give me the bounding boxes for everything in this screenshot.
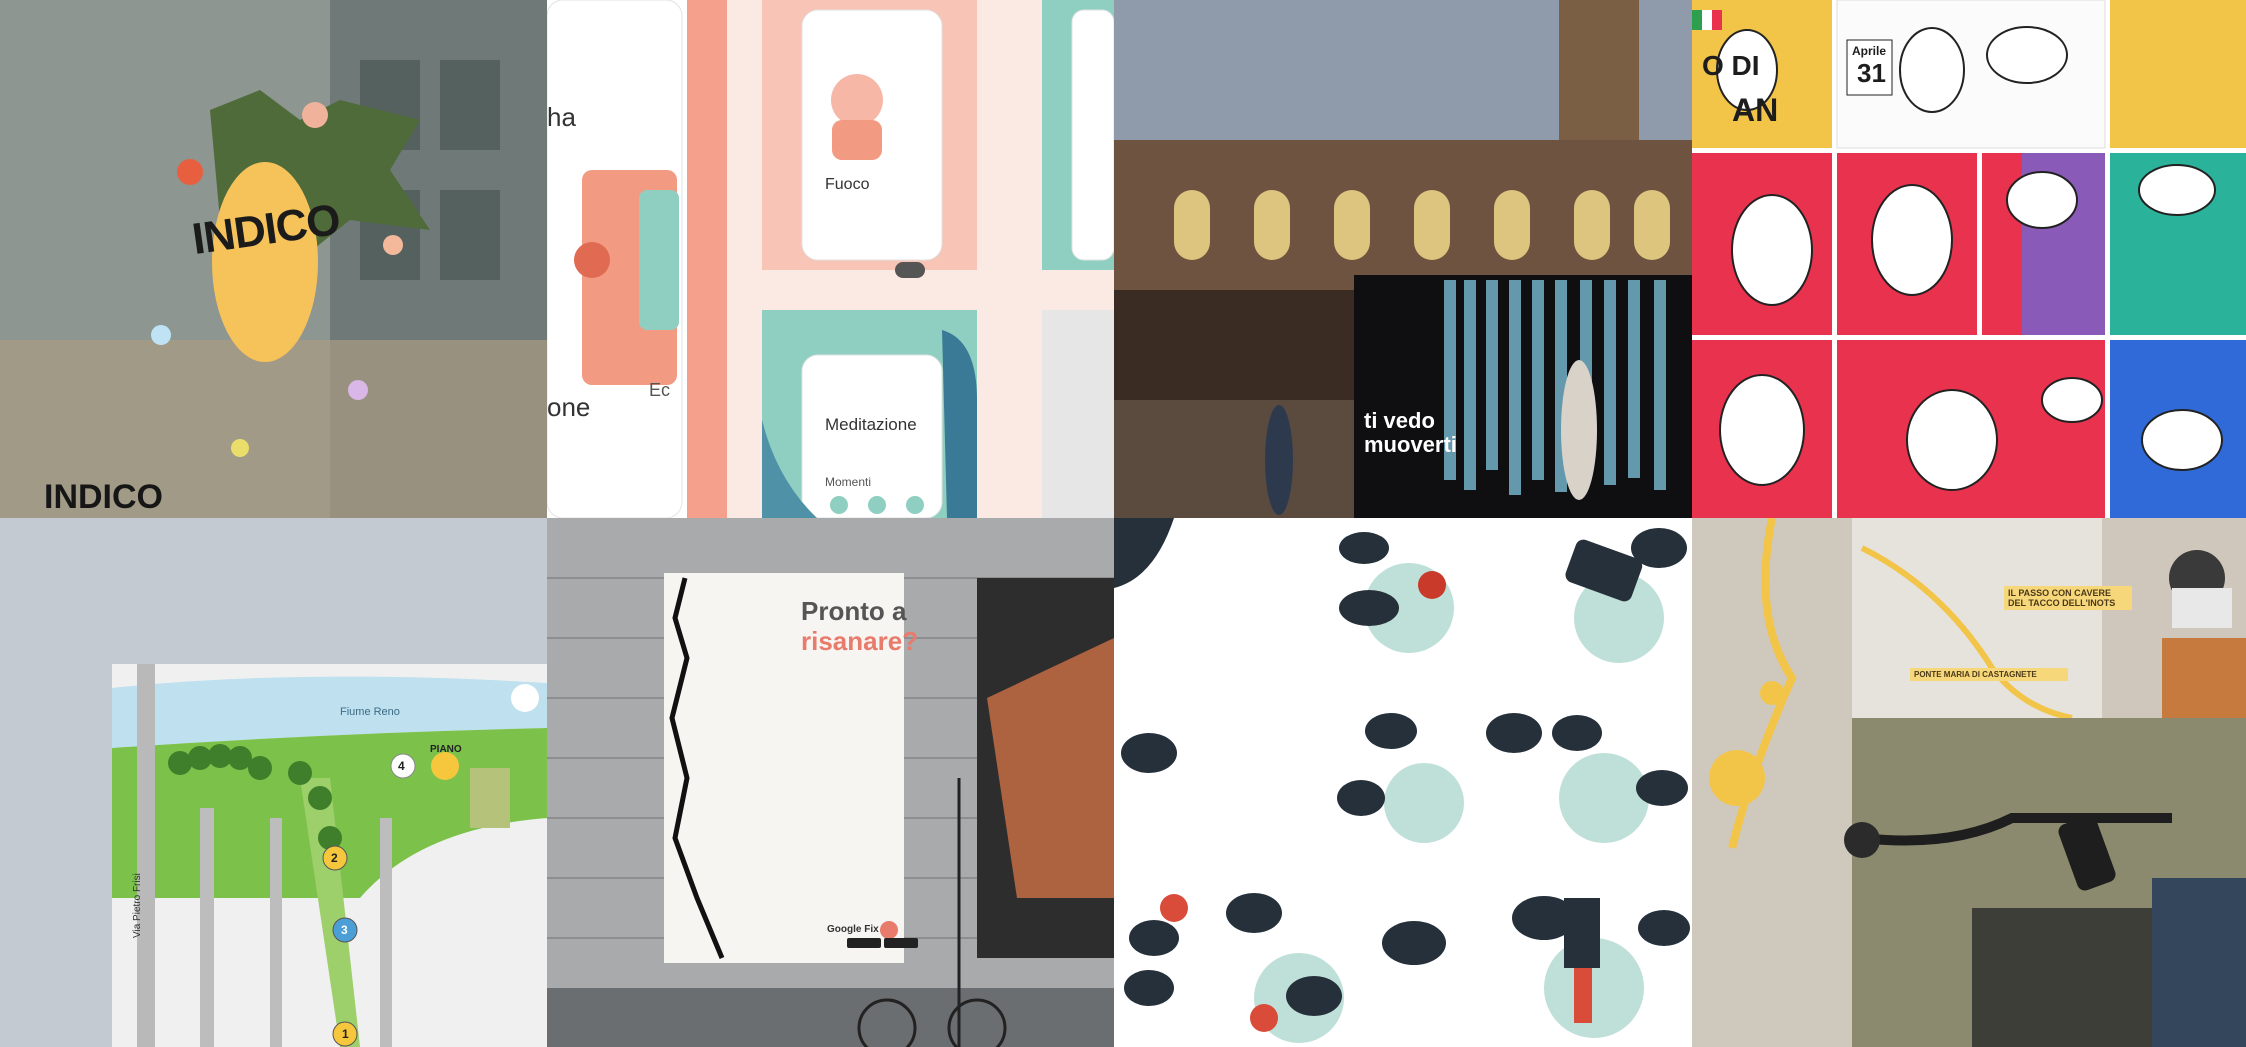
tile-route-bike[interactable]: IL PASSO CON CAVERE DEL TACCO DELL'INOTS…: [1692, 518, 2246, 1047]
app-mockup-illustration: [547, 0, 1114, 518]
poster-headline-line1b: a: [892, 596, 907, 626]
park-map-illustration: [0, 518, 547, 1047]
route-bike-illustration: [1692, 518, 2246, 1047]
tile-meditation-app[interactable]: ha one Ec Fuoco Meditazione Momenti: [547, 0, 1114, 518]
map-pin-1[interactable]: 1: [342, 1027, 349, 1041]
tile-park-map[interactable]: Fiume Reno Via Pietro Frisi PIANO 4 2 3 …: [0, 518, 547, 1047]
app-screen3-title: Meditazione: [825, 415, 917, 434]
installation-text-line2: muoverti: [1364, 432, 1457, 457]
map-pin-label: PIANO: [430, 744, 462, 755]
map-pin-3[interactable]: 3: [341, 923, 348, 937]
route-card-text-2: PONTE MARIA DI CASTAGNETE: [1910, 668, 2068, 681]
comic-fragment-2: AN: [1732, 92, 1779, 128]
map-river-label: Fiume Reno: [340, 706, 400, 718]
app-screen1-caption: one: [547, 392, 591, 422]
poster-headline-line2: risanare?: [801, 626, 919, 656]
app-screen2-title: Fuoco: [825, 176, 870, 193]
image-collage: INDICO INDICO ha one Ec Fuoco Meditazion…: [0, 0, 2246, 1047]
comic-date-top: Aprile: [1852, 44, 1887, 58]
tile-comic-grid[interactable]: O DI AN Aprile 31: [1692, 0, 2246, 518]
route-card-text-1: IL PASSO CON CAVERE DEL TACCO DELL'INOTS: [2004, 586, 2132, 610]
indico-window-illustration: [0, 0, 547, 518]
speech-bubble-illustration: [1114, 518, 1692, 1047]
comic-date-num: 31: [1857, 58, 1886, 88]
map-street-label: Via Pietro Frisi: [132, 873, 143, 938]
app-screen3-sub: Momenti: [825, 475, 872, 489]
app-peek-label: Ec: [649, 380, 671, 400]
app-screen1-title: ha: [547, 102, 576, 132]
comic-fragment-1: O DI: [1702, 50, 1760, 81]
poster-headline-line1: Pronto: [801, 596, 885, 626]
tile-bologna-installation[interactable]: ti vedo muoverti: [1114, 0, 1692, 518]
map-pin-4[interactable]: 4: [398, 759, 405, 773]
installation-text-line1: ti vedo: [1364, 408, 1435, 433]
comic-grid-illustration: [1692, 0, 2246, 518]
indico-footer-text: INDICO: [44, 478, 163, 516]
poster-brand: Google Fix: [827, 924, 879, 935]
tile-speech-bubble-illustration[interactable]: [1114, 518, 1692, 1047]
tile-indico-window[interactable]: INDICO INDICO: [0, 0, 547, 518]
tile-crack-poster[interactable]: Pronto a risanare? Google Fix: [547, 518, 1114, 1047]
map-pin-2[interactable]: 2: [331, 851, 338, 865]
